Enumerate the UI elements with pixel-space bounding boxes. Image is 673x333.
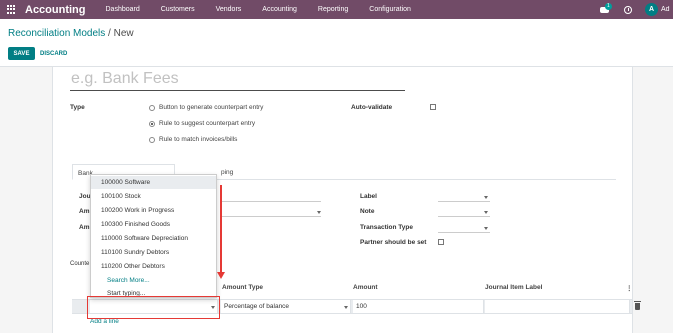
apps-grid-icon[interactable] xyxy=(7,5,16,14)
journal-item-label-cell[interactable] xyxy=(485,300,630,313)
type-option-label: Rule to suggest counterpart entry xyxy=(159,120,256,127)
trash-icon[interactable] xyxy=(634,301,641,310)
type-option-label: Button to generate counterpart entry xyxy=(159,104,264,111)
type-option-match[interactable]: Rule to match invoices/bills xyxy=(149,136,237,143)
note-field-label: Note xyxy=(360,208,375,215)
avatar[interactable]: A xyxy=(645,3,658,16)
clock-icon[interactable] xyxy=(624,5,632,14)
dropdown-item[interactable]: 100000 Software xyxy=(91,176,216,189)
radio-selected-icon[interactable] xyxy=(149,120,155,127)
label-field-label: Label xyxy=(360,193,377,200)
amount-condition-label: Am xyxy=(79,224,90,231)
annotation-arrow-head xyxy=(217,272,225,279)
menu-item-accounting[interactable]: Accounting xyxy=(262,6,297,13)
tab-other[interactable]: ping xyxy=(221,164,233,180)
auto-validate-checkbox[interactable] xyxy=(430,104,436,110)
chevron-down-icon xyxy=(484,196,488,199)
type-option-button[interactable]: Button to generate counterpart entry xyxy=(149,104,263,111)
chat-icon[interactable]: 1 xyxy=(600,2,612,14)
dropdown-item[interactable]: 100100 Stock xyxy=(91,190,216,203)
amount-type-cell[interactable]: Percentage of balance xyxy=(221,300,351,313)
menu-item-dashboard[interactable]: Dashboard xyxy=(106,6,140,13)
journal-label: Jou xyxy=(79,193,91,200)
app-name[interactable]: Accounting xyxy=(25,4,86,16)
transaction-type-field[interactable] xyxy=(438,224,490,233)
breadcrumb-link[interactable]: Reconciliation Models xyxy=(8,28,105,39)
breadcrumb-current: New xyxy=(113,28,134,39)
type-option-label: Rule to match invoices/bills xyxy=(159,136,238,143)
chevron-down-icon xyxy=(484,227,488,230)
radio-button-icon[interactable] xyxy=(149,136,155,143)
discard-button[interactable]: DISCARD xyxy=(40,47,67,60)
navbar-systray: 1 A Ad xyxy=(600,0,673,19)
menu-item-configuration[interactable]: Configuration xyxy=(369,6,411,13)
partner-set-label: Partner should be set xyxy=(360,239,427,246)
dropdown-item[interactable]: 110100 Sundry Debtors xyxy=(91,246,216,259)
amount-header[interactable]: Amount xyxy=(353,284,378,291)
menu-item-vendors[interactable]: Vendors xyxy=(216,6,242,13)
dropdown-item[interactable]: 100300 Finished Goods xyxy=(91,218,216,231)
counterpart-section-label: Counte xyxy=(70,261,90,267)
amount-field[interactable] xyxy=(221,208,321,217)
amount-type-header[interactable]: Amount Type xyxy=(222,284,263,291)
dropdown-item[interactable]: 100200 Work in Progress xyxy=(91,204,216,217)
add-line-link[interactable]: Add a line xyxy=(90,318,119,325)
partner-set-checkbox[interactable] xyxy=(438,239,444,245)
chevron-down-icon xyxy=(344,306,348,309)
auto-validate-label: Auto-validate xyxy=(351,104,393,111)
menu-item-customers[interactable]: Customers xyxy=(161,6,195,13)
dropdown-item[interactable]: 110000 Software Depreciation xyxy=(91,232,216,245)
journal-item-label-header[interactable]: Journal Item Label xyxy=(485,284,542,291)
type-option-suggest[interactable]: Rule to suggest counterpart entry xyxy=(149,120,255,127)
chevron-down-icon xyxy=(317,211,321,214)
chevron-down-icon xyxy=(484,211,488,214)
column-options-icon[interactable]: ⋮ xyxy=(626,284,633,292)
amount-cell[interactable]: 100 xyxy=(353,300,484,313)
label-field[interactable] xyxy=(438,193,490,202)
search-more-link[interactable]: Search More... xyxy=(91,274,216,287)
transaction-type-label: Transaction Type xyxy=(360,224,413,231)
breadcrumb-separator: / xyxy=(105,28,114,39)
breadcrumb: Reconciliation Models / New xyxy=(8,28,134,39)
control-panel: Reconciliation Models / New SAVE DISCARD xyxy=(0,19,673,67)
annotation-arrow-line xyxy=(220,185,222,273)
type-label: Type xyxy=(70,104,85,111)
annotation-highlight-box xyxy=(87,296,220,319)
radio-button-icon[interactable] xyxy=(149,104,155,111)
journal-field[interactable] xyxy=(221,193,321,202)
note-field[interactable] xyxy=(438,208,490,217)
save-button[interactable]: SAVE xyxy=(8,47,35,60)
top-navbar: Accounting Dashboard Customers Vendors A… xyxy=(0,0,673,19)
amount-label: Am xyxy=(79,208,90,215)
dropdown-item[interactable]: 110200 Other Debtors xyxy=(91,260,216,273)
main-menu: Dashboard Customers Vendors Accounting R… xyxy=(106,6,432,13)
menu-item-reporting[interactable]: Reporting xyxy=(318,6,348,13)
name-input[interactable]: e.g. Bank Fees xyxy=(70,69,405,91)
chat-badge: 1 xyxy=(605,2,612,10)
user-name[interactable]: Ad xyxy=(661,6,673,13)
account-autocomplete-dropdown: 100000 Software 100100 Stock 100200 Work… xyxy=(90,174,217,298)
